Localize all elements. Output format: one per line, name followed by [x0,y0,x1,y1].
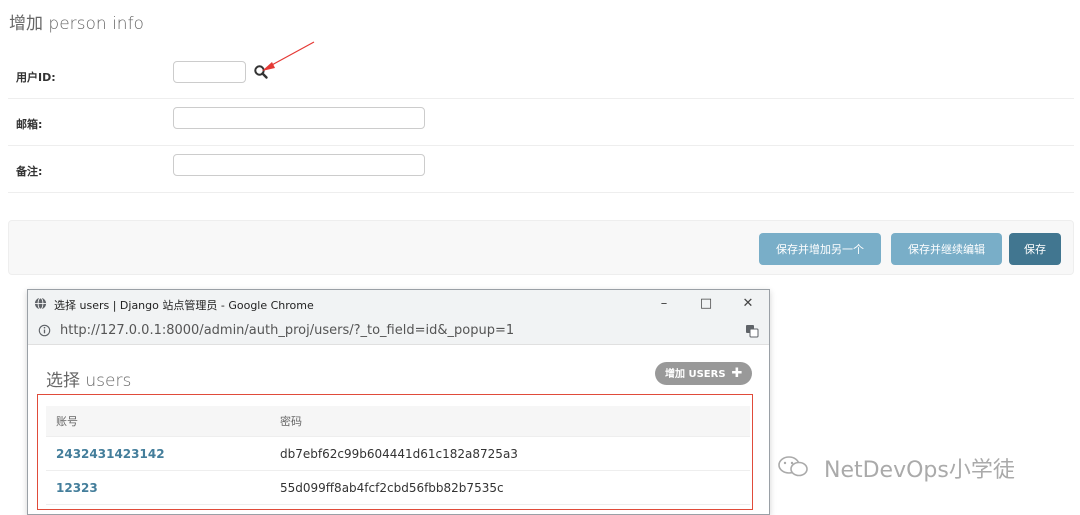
form-row-note: 备注: [8,145,1074,193]
popup-titlebar: 选择 users | Django 站点管理员 - Google Chrome … [28,290,769,319]
user-id-label: 用户ID: [16,71,56,84]
account-link[interactable]: 12323 [46,470,270,505]
user-id-input[interactable] [173,61,246,83]
page-title: 增加 person info [9,14,144,34]
table-row: 12323 55d099ff8ab4fcf2cbd56fbb82b7535c [46,470,750,505]
popup-window-title: 选择 users | Django 站点管理员 - Google Chrome [54,299,314,312]
translate-icon[interactable] [745,324,759,338]
password-cell: db7ebf62c99b604441d61c182a8725a3 [270,436,750,471]
popup-window: 选择 users | Django 站点管理员 - Google Chrome … [27,289,770,515]
maximize-button[interactable]: □ [693,294,719,314]
popup-heading: 选择 users [46,371,132,391]
popup-addressbar: http://127.0.0.1:8000/admin/auth_proj/us… [28,318,769,345]
close-button[interactable]: ✕ [735,294,761,314]
minimize-button[interactable]: – [651,294,677,314]
add-users-button[interactable]: 增加 USERS ✚ [655,362,753,385]
url-field[interactable]: http://127.0.0.1:8000/admin/auth_proj/us… [60,323,514,338]
account-link[interactable]: 2432431423142 [46,436,270,471]
results-table: 账号 密码 2432431423142 db7ebf62c99b604441d6… [46,406,750,505]
table-header-row: 账号 密码 [46,406,750,437]
table-row: 2432431423142 db7ebf62c99b604441d61c182a… [46,436,750,471]
submit-row: 保存并增加另一个 保存并继续编辑 保存 [8,220,1074,275]
save-button[interactable]: 保存 [1009,233,1061,265]
password-cell: 55d099ff8ab4fcf2cbd56fbb82b7535c [270,470,750,505]
column-header-account[interactable]: 账号 [46,406,270,437]
column-header-password[interactable]: 密码 [270,406,750,437]
search-icon[interactable] [253,64,269,80]
save-add-another-button[interactable]: 保存并增加另一个 [759,233,881,265]
form-row-email: 邮箱: [8,98,1074,146]
watermark-text: NetDevOps小学徒 [824,458,1015,483]
note-input[interactable] [173,154,425,176]
email-input[interactable] [173,107,425,129]
wechat-icon [778,456,808,477]
form-row-user-id: 用户ID: [8,51,1074,99]
save-continue-button[interactable]: 保存并继续编辑 [891,233,1002,265]
email-label: 邮箱: [16,118,43,131]
info-icon[interactable] [38,324,51,337]
note-label: 备注: [16,165,43,178]
add-users-label: 增加 USERS [665,369,726,380]
plus-icon: ✚ [731,366,743,381]
globe-icon [34,297,47,310]
